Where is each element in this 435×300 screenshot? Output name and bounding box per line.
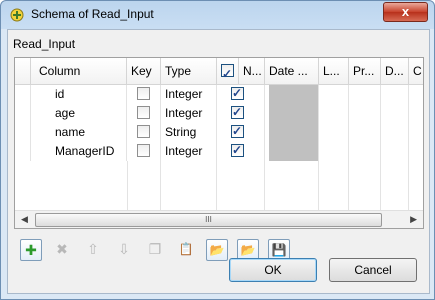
column-type[interactable]: String (161, 123, 217, 142)
header-type[interactable]: Type (161, 58, 217, 84)
column-name[interactable]: age (31, 104, 127, 123)
empty-rows-area (15, 161, 423, 211)
key-checkbox[interactable] (137, 125, 150, 139)
table-row[interactable]: id Integer (15, 85, 423, 104)
export-folder-icon: 📂 (240, 243, 256, 257)
header-column[interactable]: Column (31, 58, 127, 84)
date-pattern-cell (269, 104, 319, 123)
cancel-button[interactable]: Cancel (329, 258, 417, 282)
nullable-checkbox[interactable] (231, 142, 244, 160)
table-header: Column Key Type N... Date ... L... Pr...… (15, 58, 423, 85)
table-row[interactable]: name String (15, 123, 423, 142)
scroll-thumb[interactable]: III (35, 213, 382, 227)
remove-icon: ✖ (56, 241, 68, 257)
header-key[interactable]: Key (127, 58, 161, 84)
move-up-button[interactable]: ⇧ (82, 239, 104, 261)
header-default[interactable]: D... (381, 58, 409, 84)
column-type[interactable]: Integer (161, 85, 217, 104)
date-pattern-cell (269, 142, 319, 161)
header-date-pattern[interactable]: Date ... (265, 58, 319, 84)
key-checkbox[interactable] (137, 144, 150, 158)
move-down-button[interactable]: ⇩ (113, 239, 135, 261)
column-name[interactable]: ManagerID (31, 142, 127, 161)
header-nullable[interactable]: N... (239, 58, 265, 84)
title-bar: Schema of Read_Input x (1, 1, 434, 29)
window-title: Schema of Read_Input (31, 7, 154, 21)
import-folder-icon: 📂 (209, 243, 225, 257)
scroll-left-icon[interactable]: ◀ (21, 214, 28, 225)
table-row[interactable]: age Integer (15, 104, 423, 123)
paste-icon: 📋 (178, 242, 194, 256)
header-corner (15, 58, 31, 84)
plus-icon: ✚ (25, 242, 37, 258)
column-name[interactable]: id (31, 85, 127, 104)
add-row-button[interactable]: ✚ (20, 239, 42, 261)
remove-row-button[interactable]: ✖ (51, 239, 73, 261)
column-type[interactable]: Integer (161, 104, 217, 123)
header-select-all[interactable] (217, 58, 239, 84)
date-pattern-cell (269, 85, 319, 104)
save-icon: 💾 (271, 243, 287, 257)
ok-button[interactable]: OK (229, 258, 317, 282)
schema-name-label: Read_Input (13, 37, 76, 51)
date-pattern-cell (269, 123, 319, 142)
close-button[interactable]: x (383, 2, 428, 22)
horizontal-scrollbar[interactable]: ◀ III ▶ (15, 210, 423, 228)
column-type[interactable]: Integer (161, 142, 217, 161)
table-row[interactable]: ManagerID Integer (15, 142, 423, 161)
import-schema-button[interactable]: 📂 (206, 239, 228, 261)
header-comment[interactable]: C (409, 58, 423, 84)
app-icon (10, 8, 24, 22)
header-length[interactable]: L... (319, 58, 349, 84)
paste-button[interactable]: 📋 (175, 239, 197, 261)
dialog-body: Read_Input Column Key Type N... Date ...… (7, 29, 430, 294)
arrow-down-icon: ⇩ (118, 241, 130, 257)
nullable-checkbox[interactable] (231, 123, 244, 141)
copy-icon: ❐ (148, 241, 162, 257)
schema-dialog: Schema of Read_Input x Read_Input Column… (0, 0, 435, 300)
column-name[interactable]: name (31, 123, 127, 142)
copy-button[interactable]: ❐ (144, 239, 166, 261)
nullable-checkbox[interactable] (231, 85, 244, 103)
scroll-right-icon[interactable]: ▶ (410, 214, 417, 225)
nullable-checkbox[interactable] (231, 104, 244, 122)
header-precision[interactable]: Pr... (349, 58, 381, 84)
key-checkbox[interactable] (137, 106, 150, 120)
key-checkbox[interactable] (137, 87, 150, 101)
arrow-up-icon: ⇧ (87, 241, 99, 257)
schema-table: Column Key Type N... Date ... L... Pr...… (14, 57, 424, 229)
select-all-checkbox[interactable] (221, 61, 234, 84)
